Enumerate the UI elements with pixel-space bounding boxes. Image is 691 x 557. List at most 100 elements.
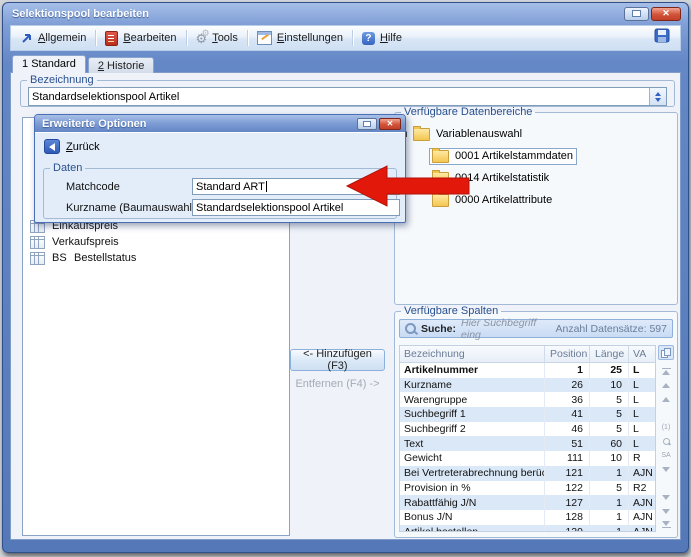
table-cell: AJN [628, 495, 655, 510]
arrow-up-right-icon [20, 32, 33, 45]
header-laenge[interactable]: Länge [589, 346, 628, 362]
table-cell: Text [400, 436, 544, 451]
table-cell: 5 [589, 392, 628, 407]
page-up-icon[interactable] [659, 393, 673, 405]
spalten-legend: Verfügbare Spalten [401, 305, 501, 317]
scroll-top-icon[interactable] [659, 365, 673, 377]
table-row[interactable]: Artikelnummer125L [400, 363, 655, 378]
gears-icon: ⚙ [196, 32, 208, 45]
add-button[interactable]: <- Hinzufügen (F3) [290, 349, 385, 371]
daten-legend: Daten [50, 162, 85, 174]
close-icon: ✕ [662, 8, 670, 19]
table-cell: 5 [589, 481, 628, 496]
menu-einstellungen[interactable]: Einstellungen [248, 26, 352, 50]
spalten-groupbox: Verfügbare Spalten Suche: Hier Suchbegri… [394, 305, 678, 538]
combobox-spinner[interactable] [649, 88, 666, 105]
table-cell: 1 [589, 495, 628, 510]
restore-button[interactable] [624, 7, 649, 21]
table-cell: Provision in % [400, 481, 544, 496]
close-icon: ✕ [387, 119, 394, 128]
menu-bearbeiten[interactable]: Bearbeiten [96, 26, 185, 50]
table-cell: 25 [589, 363, 628, 378]
edit-book-icon [105, 31, 118, 46]
table-row[interactable]: Suchbegriff 2465L [400, 422, 655, 437]
table-cell: 5 [589, 407, 628, 422]
copy-icon[interactable] [658, 345, 674, 360]
menu-allgemein[interactable]: Allgemein [11, 26, 95, 50]
table-cell: L [628, 378, 655, 393]
restore-icon [363, 121, 371, 127]
table-cell: L [628, 392, 655, 407]
brackets-icon[interactable]: (1) [659, 421, 673, 433]
table-cell: 46 [544, 422, 589, 437]
menu-hilfe[interactable]: ? Hilfe [353, 26, 411, 50]
scroll-bottom-icon[interactable] [659, 519, 673, 531]
table-row[interactable]: Artikel bestellen1291AJN [400, 525, 655, 532]
table-cell: AJN [628, 510, 655, 525]
search-icon [405, 323, 416, 334]
table-cell: AJN [628, 525, 655, 532]
search-grid-icon[interactable] [659, 435, 673, 447]
move-down-icon[interactable] [659, 491, 673, 503]
tab-bar: 1 Standard 2 Historie [12, 56, 156, 73]
main-titlebar: Selektionspool bearbeiten ✕ [3, 3, 688, 24]
main-window: Selektionspool bearbeiten ✕ Allgemein Be… [2, 2, 689, 553]
table-row[interactable]: Kurzname2610L [400, 378, 655, 393]
tab-standard[interactable]: 1 Standard [12, 55, 86, 73]
search-placeholder[interactable]: Hier Suchbegriff eing [461, 317, 555, 341]
search-label: Suche: [421, 323, 456, 335]
search-bar[interactable]: Suche: Hier Suchbegriff eing Anzahl Date… [399, 319, 673, 338]
menu-tools[interactable]: ⚙ Tools [187, 26, 247, 50]
header-va[interactable]: VA [628, 346, 655, 362]
text-caret [266, 181, 267, 192]
table-cell: Bei Vertreterabrechnung berücksichtige [400, 466, 544, 481]
spalten-rows: Artikelnummer125LKurzname2610LWarengrupp… [400, 363, 655, 532]
header-position[interactable]: Position [544, 346, 589, 362]
table-row[interactable]: Warengruppe365L [400, 392, 655, 407]
move-up-icon[interactable] [659, 379, 673, 391]
table-cell: 51 [544, 436, 589, 451]
back-arrow-icon [44, 139, 60, 154]
table-cell: 26 [544, 378, 589, 393]
table-cell: L [628, 422, 655, 437]
back-button[interactable]: Zurück [44, 139, 100, 154]
header-bezeichnung[interactable]: Bezeichnung [400, 346, 544, 362]
spin-up-icon [655, 92, 661, 96]
tree-root-variablenauswahl[interactable]: Variablenauswahl [401, 123, 677, 145]
grid-nav-strip: (1) SA [658, 345, 674, 532]
table-row[interactable]: Suchbegriff 1415L [400, 407, 655, 422]
bezeichnung-groupbox: Bezeichnung Standardselektionspool Artik… [20, 74, 675, 107]
filter-icon[interactable] [659, 463, 673, 475]
table-cell: R2 [628, 481, 655, 496]
table-cell: 1 [544, 363, 589, 378]
help-icon: ? [362, 32, 375, 45]
bezeichnung-combobox[interactable]: Standardselektionspool Artikel [28, 87, 667, 106]
table-cell: 60 [589, 436, 628, 451]
table-header-row: Bezeichnung Position Länge VA [400, 346, 655, 363]
table-row[interactable]: Bei Vertreterabrechnung berücksichtige12… [400, 466, 655, 481]
table-row[interactable]: Text5160L [400, 436, 655, 451]
table-cell: L [628, 436, 655, 451]
table-row[interactable]: Rabattfähig J/N1271AJN [400, 495, 655, 510]
screen: Selektionspool bearbeiten ✕ Allgemein Be… [0, 0, 691, 557]
close-button[interactable]: ✕ [651, 7, 681, 21]
table-row[interactable]: Bonus J/N1281AJN [400, 510, 655, 525]
list-item[interactable]: BS Bestellstatus [23, 250, 289, 266]
table-cell: 1 [589, 510, 628, 525]
table-cell: 10 [589, 378, 628, 393]
dialog-restore-button[interactable] [357, 118, 377, 130]
table-cell: Kurzname [400, 378, 544, 393]
table-row[interactable]: Provision in %1225R2 [400, 481, 655, 496]
table-cell: 36 [544, 392, 589, 407]
sum-icon[interactable]: SA [659, 449, 673, 461]
remove-button-disabled[interactable]: Entfernen (F4) -> [285, 378, 390, 390]
table-row[interactable]: Gewicht11110R [400, 451, 655, 466]
settings-window-icon [257, 31, 272, 45]
dialog-close-button[interactable]: ✕ [379, 118, 401, 130]
list-item[interactable]: Verkaufspreis [23, 234, 289, 250]
save-button[interactable] [654, 28, 670, 48]
tab-historie[interactable]: 2 Historie [88, 57, 154, 73]
page-down-icon[interactable] [659, 505, 673, 517]
bezeichnung-value: Standardselektionspool Artikel [29, 91, 649, 103]
dialog-titlebar: Erweiterte Optionen ✕ [35, 115, 405, 132]
